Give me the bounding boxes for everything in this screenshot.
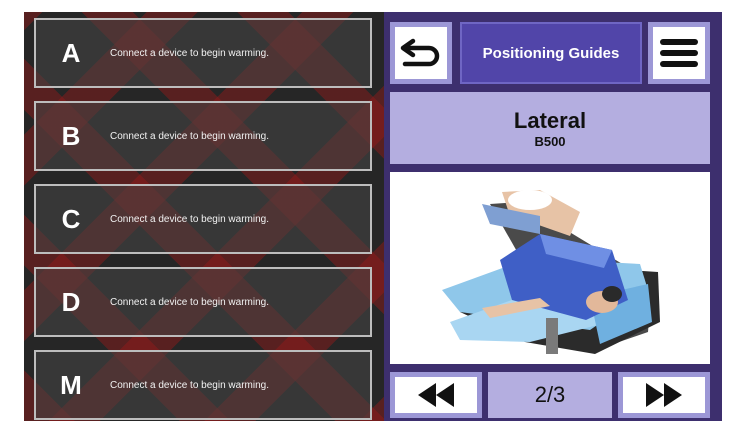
rewind-icon (418, 383, 454, 407)
zone-letter: B (61, 120, 81, 151)
fast-forward-icon (646, 383, 682, 407)
back-button[interactable] (390, 22, 452, 84)
patient-lateral-position-image (442, 190, 660, 354)
zone-status-message: Connect a device to begin warming. (110, 47, 269, 59)
zone-status-message: Connect a device to begin warming. (110, 379, 269, 391)
zone-m-button[interactable]: M Connect a device to begin warming. (34, 350, 372, 420)
zone-b-button[interactable]: B Connect a device to begin warming. (34, 101, 372, 171)
page-indicator: 2/3 (488, 372, 612, 418)
zone-a-button[interactable]: A Connect a device to begin warming. (34, 18, 372, 88)
model-name: B500 (534, 133, 566, 149)
zone-letter: D (61, 286, 81, 317)
page-title: Positioning Guides (482, 44, 620, 62)
positioning-guides-title[interactable]: Positioning Guides (460, 22, 642, 84)
zone-status-message: Connect a device to begin warming. (110, 296, 269, 308)
zone-letter: A (61, 37, 81, 68)
zone-status-message: Connect a device to begin warming. (110, 130, 269, 142)
zone-list: A Connect a device to begin warming. B C… (24, 12, 384, 421)
back-arrow-icon (400, 38, 440, 67)
positioning-image (390, 172, 710, 364)
previous-page-button[interactable] (390, 372, 482, 418)
next-page-button[interactable] (618, 372, 710, 418)
guide-header: Lateral B500 (390, 92, 710, 164)
zone-letter: C (61, 203, 81, 234)
zone-c-button[interactable]: C Connect a device to begin warming. (34, 184, 372, 254)
zone-d-button[interactable]: D Connect a device to begin warming. (34, 267, 372, 337)
positioning-guide-panel: Positioning Guides Lateral B500 2/3 (384, 12, 722, 421)
menu-button[interactable] (648, 22, 710, 84)
zone-letter: M (60, 369, 82, 400)
position-name: Lateral (513, 107, 587, 133)
hamburger-menu-icon (660, 39, 698, 67)
app-screen: A Connect a device to begin warming. B C… (24, 12, 722, 421)
zone-status-message: Connect a device to begin warming. (110, 213, 269, 225)
